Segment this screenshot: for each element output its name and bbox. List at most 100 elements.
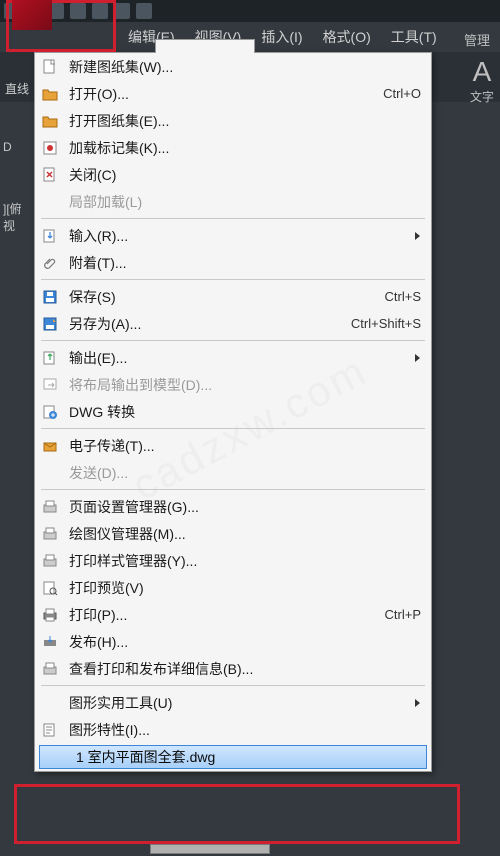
- submenu-arrow-icon: [415, 699, 421, 707]
- menu-item: 将布局输出到模型(D)...: [35, 371, 431, 398]
- drawing-props-icon: [41, 721, 59, 739]
- menu-item[interactable]: 加载标记集(K)...: [35, 134, 431, 161]
- menu-item-label: 打开图纸集(E)...: [69, 111, 421, 131]
- menu-tools[interactable]: 工具(T): [381, 21, 447, 53]
- qat-icon[interactable]: [48, 3, 64, 19]
- menu-item-label: 将布局输出到模型(D)...: [69, 375, 421, 395]
- menu-item-shortcut: Ctrl+Shift+S: [351, 316, 421, 331]
- menu-item-label: 新建图纸集(W)...: [69, 57, 421, 77]
- menu-item[interactable]: 打印(P)... Ctrl+P: [35, 601, 431, 628]
- menu-item-label: 图形实用工具(U): [69, 693, 401, 713]
- menu-item-label: 发送(D)...: [69, 463, 421, 483]
- annotation-highlight-bottom: [14, 784, 460, 844]
- ribbon-text-tool[interactable]: A 文字: [470, 56, 494, 105]
- menu-item[interactable]: 输入(R)...: [35, 222, 431, 249]
- qat-icon[interactable]: [136, 3, 152, 19]
- attach-icon: [41, 254, 59, 272]
- blank-icon: [41, 694, 59, 712]
- menu-item-label: 查看打印和发布详细信息(B)...: [69, 659, 421, 679]
- menu-item-label: 页面设置管理器(G)...: [69, 497, 421, 517]
- menu-item[interactable]: DWG 转换: [35, 398, 431, 425]
- menu-item[interactable]: 打开(O)... Ctrl+O: [35, 80, 431, 107]
- menu-separator: [41, 218, 425, 219]
- menu-item-label: 输出(E)...: [69, 348, 401, 368]
- menu-item-shortcut: Ctrl+P: [385, 607, 421, 622]
- menu-tab-stub: [155, 39, 255, 53]
- drawing-tab-letter: D: [0, 102, 34, 160]
- ribbon-text-label: 文字: [470, 88, 494, 105]
- print-preview-icon: [41, 579, 59, 597]
- menu-item-label: 发布(H)...: [69, 632, 421, 652]
- menu-insert[interactable]: 插入(I): [251, 21, 312, 53]
- quick-access-toolbar: [0, 0, 500, 22]
- menu-item[interactable]: 图形特性(I)...: [35, 716, 431, 743]
- menu-item-label: 另存为(A)...: [69, 314, 341, 334]
- blank-icon: [41, 464, 59, 482]
- menu-item-label: 局部加载(L): [69, 192, 421, 212]
- menu-item-label: 图形特性(I)...: [69, 720, 421, 740]
- menu-item[interactable]: 新建图纸集(W)...: [35, 53, 431, 80]
- menu-separator: [41, 489, 425, 490]
- qat-icon[interactable]: [92, 3, 108, 19]
- load-markup-icon: [41, 139, 59, 157]
- close-icon: [41, 166, 59, 184]
- menu-format[interactable]: 格式(O): [313, 21, 381, 53]
- open-icon: [41, 85, 59, 103]
- menu-item[interactable]: 附着(T)...: [35, 249, 431, 276]
- menu-item-shortcut: Ctrl+O: [383, 86, 421, 101]
- menu-item-label: 附着(T)...: [69, 253, 421, 273]
- dwg-convert-icon: [41, 403, 59, 421]
- file-menu-dropdown: 新建图纸集(W)... 打开(O)... Ctrl+O 打开图纸集(E)... 加载标记…: [34, 52, 432, 772]
- menu-separator: [41, 340, 425, 341]
- menu-item[interactable]: 保存(S) Ctrl+S: [35, 283, 431, 310]
- menu-item[interactable]: 打开图纸集(E)...: [35, 107, 431, 134]
- menu-item-label: 打印(P)...: [69, 605, 375, 625]
- text-icon-letter: A: [473, 56, 492, 87]
- etransmit-icon: [41, 437, 59, 455]
- menu-item-label: 打印样式管理器(Y)...: [69, 551, 421, 571]
- viewport-top-view[interactable]: ][俯视: [0, 160, 34, 240]
- submenu-arrow-icon: [415, 232, 421, 240]
- ribbon-tab-manage[interactable]: 管理: [464, 30, 490, 49]
- menu-item[interactable]: 打印预览(V): [35, 574, 431, 601]
- menu-item[interactable]: 绘图仪管理器(M)...: [35, 520, 431, 547]
- menu-item: 发送(D)...: [35, 459, 431, 486]
- plot-details-icon: [41, 660, 59, 678]
- menu-item-shortcut: Ctrl+S: [385, 289, 421, 304]
- menu-item-label: DWG 转换: [69, 402, 421, 422]
- save-as-icon: [41, 315, 59, 333]
- viewport-labels: D ][俯视: [0, 102, 34, 240]
- ribbon-line-label: 直线: [5, 80, 29, 97]
- menu-separator: [41, 279, 425, 280]
- qat-icon[interactable]: [4, 3, 20, 19]
- menu-item-label: 打印预览(V): [69, 578, 421, 598]
- import-icon: [41, 227, 59, 245]
- menu-item-label: 保存(S): [69, 287, 375, 307]
- menu-item: 局部加载(L): [35, 188, 431, 215]
- menu-item[interactable]: 输出(E)...: [35, 344, 431, 371]
- layout-export-icon: [41, 376, 59, 394]
- plotter-mgr-icon: [41, 525, 59, 543]
- menu-item[interactable]: 打印样式管理器(Y)...: [35, 547, 431, 574]
- menu-item[interactable]: 另存为(A)... Ctrl+Shift+S: [35, 310, 431, 337]
- menu-item[interactable]: 查看打印和发布详细信息(B)...: [35, 655, 431, 682]
- qat-icon[interactable]: [70, 3, 86, 19]
- qat-icon[interactable]: [26, 3, 42, 19]
- new-sheet-icon: [41, 58, 59, 76]
- submenu-arrow-icon: [415, 354, 421, 362]
- menu-item[interactable]: 图形实用工具(U): [35, 689, 431, 716]
- publish-icon: [41, 633, 59, 651]
- menu-item[interactable]: 页面设置管理器(G)...: [35, 493, 431, 520]
- menu-item-label: 打开(O)...: [69, 84, 373, 104]
- menu-item[interactable]: 发布(H)...: [35, 628, 431, 655]
- save-icon: [41, 288, 59, 306]
- menu-item-label: 加载标记集(K)...: [69, 138, 421, 158]
- recent-file-item[interactable]: 1 室内平面图全套.dwg: [39, 745, 427, 769]
- open-sheet-icon: [41, 112, 59, 130]
- bottom-stub: [150, 844, 270, 854]
- menu-item-label: 输入(R)...: [69, 226, 401, 246]
- menu-item[interactable]: 关闭(C): [35, 161, 431, 188]
- blank-icon: [41, 193, 59, 211]
- menu-item[interactable]: 电子传递(T)...: [35, 432, 431, 459]
- qat-icon[interactable]: [114, 3, 130, 19]
